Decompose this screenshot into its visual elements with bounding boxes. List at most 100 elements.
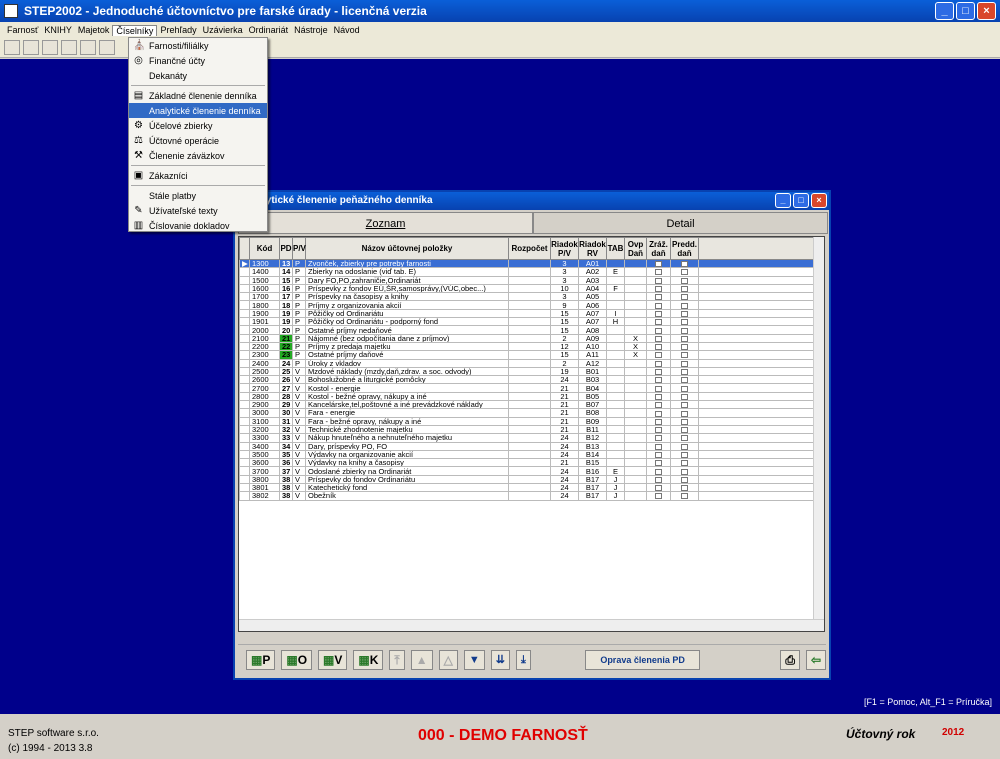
move-down-button[interactable]: ▼ <box>463 649 485 670</box>
checkbox[interactable] <box>681 427 688 433</box>
fix-pd-breakdown-button[interactable]: Oprava členenia PD <box>584 649 701 670</box>
checkbox[interactable] <box>681 261 688 267</box>
move-first-up-button[interactable]: ⤒ <box>389 649 405 670</box>
table-row[interactable]: 3800 38 V Príspevky do fondov Ordinariátu 24… <box>239 474 816 485</box>
menu-5[interactable]: Uzávierka <box>200 25 246 35</box>
dropdown-item-13[interactable]: ✎ Užívateľské texty <box>129 203 267 218</box>
dropdown-item-8[interactable]: ⚒ Členenie záväzkov <box>129 148 267 163</box>
checkbox[interactable] <box>655 485 662 491</box>
add-k-button[interactable]: ▦K <box>353 649 384 670</box>
checkbox[interactable] <box>681 319 688 325</box>
checkbox[interactable] <box>655 468 662 475</box>
vertical-scrollbar[interactable] <box>813 237 824 619</box>
table-row[interactable]: 2500 25 V Mzdové náklady (mzdy,daň,zdrav. a… <box>239 366 816 377</box>
menu-6[interactable]: Ordinariát <box>246 25 292 35</box>
move-last-down-button[interactable]: ⤓ <box>515 649 531 670</box>
col-header-4[interactable]: Rozpočet <box>508 237 551 260</box>
add-p-button[interactable]: ▦P <box>246 649 276 670</box>
move-up-button[interactable]: △ <box>438 649 458 670</box>
move-page-down-button[interactable]: ⇊ <box>490 649 510 670</box>
checkbox[interactable] <box>655 369 662 375</box>
col-header-1[interactable]: PD <box>279 237 293 260</box>
dropdown-item-6[interactable]: ⚙ Účelové zbierky <box>129 118 267 133</box>
checkbox[interactable] <box>655 385 662 392</box>
checkbox[interactable] <box>681 485 688 491</box>
checkbox[interactable] <box>655 451 662 458</box>
table-row[interactable]: 2400 24 P Úroky z vkladov 2 A12 <box>239 358 816 368</box>
table-row[interactable]: 3200 32 V Technické zhodnotenie majetku 21 B1… <box>239 424 816 435</box>
checkbox[interactable] <box>681 435 688 441</box>
col-header-0[interactable]: Kód <box>249 237 280 260</box>
table-row[interactable]: 2900 29 V Kancelárske,tel,poštovné a iné pr… <box>239 400 816 410</box>
table-row[interactable]: 2000 20 P Ostatné príjmy nedaňové 15 A08 <box>239 325 816 335</box>
checkbox[interactable] <box>655 352 662 359</box>
checkbox[interactable] <box>655 402 662 408</box>
col-header-8[interactable]: Ovp Daň <box>624 237 647 260</box>
menu-3[interactable]: Číselníky <box>112 24 158 36</box>
tab-zoznam[interactable]: Zoznam <box>238 212 533 234</box>
checkbox[interactable] <box>681 335 688 342</box>
table-row[interactable]: 1700 17 P Príspevky na časopisy a knihy 3 A05 <box>239 292 816 302</box>
table-row[interactable]: 3600 36 V Výdavky na knihy a časopisy 21 B15 <box>239 458 816 468</box>
col-header-7[interactable]: TAB <box>606 237 625 260</box>
table-row[interactable]: 1800 18 P Príjmy z organizovania akcií 9 A06 <box>239 300 816 310</box>
checkbox[interactable] <box>655 377 662 383</box>
exit-button[interactable]: ⇦ <box>805 649 826 670</box>
menu-2[interactable]: Majetok <box>75 25 113 35</box>
toolbar-button-3[interactable] <box>42 40 58 55</box>
checkbox[interactable] <box>681 327 688 334</box>
add-v-button[interactable]: ▦V <box>318 649 348 670</box>
checkbox[interactable] <box>681 277 688 284</box>
checkbox[interactable] <box>681 369 688 375</box>
dropdown-item-10[interactable]: ▣ Zákazníci <box>129 168 267 183</box>
checkbox[interactable] <box>655 319 662 325</box>
dropdown-item-4[interactable]: ▤ Základné členenie denníka <box>129 88 267 103</box>
dropdown-item-5[interactable]: Analytické členenie denníka <box>129 103 267 118</box>
dialog-maximize-button[interactable]: □ <box>793 193 809 208</box>
add-o-button[interactable]: ▦O <box>281 649 313 670</box>
dropdown-item-7[interactable]: ⚖ Účtovné operácie <box>129 133 267 148</box>
dropdown-item-14[interactable]: ▥ Číslovanie dokladov <box>129 218 267 233</box>
table-row[interactable]: 3500 35 V Výdavky na organizovanie akcií 24 B… <box>239 449 816 460</box>
checkbox[interactable] <box>655 410 662 417</box>
horizontal-scrollbar[interactable] <box>239 619 824 631</box>
checkbox[interactable] <box>681 393 688 400</box>
table-row[interactable]: ▶ 1300 13 P Zvonček, zbierky pre potreby far… <box>239 258 816 269</box>
menu-0[interactable]: Farnosť <box>4 25 41 35</box>
tab-detail[interactable]: Detail <box>533 212 828 234</box>
checkbox[interactable] <box>681 344 688 350</box>
table-row[interactable]: 2700 27 V Kostol - energie 21 B04 <box>239 383 816 393</box>
dropdown-item-0[interactable]: ⛪ Farnosti/filiálky <box>129 38 267 53</box>
table-row[interactable]: 3000 30 V Fara - energie 21 B08 <box>239 408 816 418</box>
table-row[interactable]: 1900 19 P Pôžičky od Ordinariátu 15 A07 I <box>239 308 816 319</box>
table-row[interactable]: 3700 37 V Odoslané zbierky na Ordinariát 24 B… <box>239 466 816 476</box>
checkbox[interactable] <box>655 360 662 367</box>
col-header-10[interactable]: Predd. daň <box>670 237 699 260</box>
checkbox[interactable] <box>681 385 688 392</box>
print-button[interactable]: ⎙ <box>780 649 800 670</box>
table-row[interactable]: 3802 38 V Obežník 24 B17 J <box>239 491 816 501</box>
checkbox[interactable] <box>681 286 688 292</box>
checkbox[interactable] <box>655 427 662 433</box>
move-page-up-button[interactable]: ▲ <box>410 649 433 670</box>
table-row[interactable]: 2300 23 P Ostatné príjmy daňové 15 A11 X <box>239 350 816 360</box>
table-row[interactable]: 1400 14 P Zbierky na odoslanie (viď tab. E)… <box>239 267 816 277</box>
checkbox[interactable] <box>655 310 662 317</box>
checkbox[interactable] <box>681 269 688 276</box>
checkbox[interactable] <box>655 435 662 441</box>
menu-7[interactable]: Nástroje <box>291 25 331 35</box>
minimize-button[interactable]: _ <box>935 2 954 20</box>
col-header-5[interactable]: Riadok P/V <box>550 237 579 260</box>
checkbox[interactable] <box>655 261 662 267</box>
checkbox[interactable] <box>681 352 688 359</box>
table-row[interactable]: 1901 19 P Pôžičky od Ordinariátu - podporný… <box>239 317 816 327</box>
checkbox[interactable] <box>655 302 662 309</box>
checkbox[interactable] <box>681 360 688 367</box>
checkbox[interactable] <box>655 294 662 300</box>
checkbox[interactable] <box>681 460 688 466</box>
checkbox[interactable] <box>681 294 688 300</box>
checkbox[interactable] <box>655 327 662 334</box>
checkbox[interactable] <box>681 443 688 450</box>
checkbox[interactable] <box>655 418 662 425</box>
table-row[interactable]: 3100 31 V Fara - bežné opravy, nákupy a iné… <box>239 416 816 426</box>
